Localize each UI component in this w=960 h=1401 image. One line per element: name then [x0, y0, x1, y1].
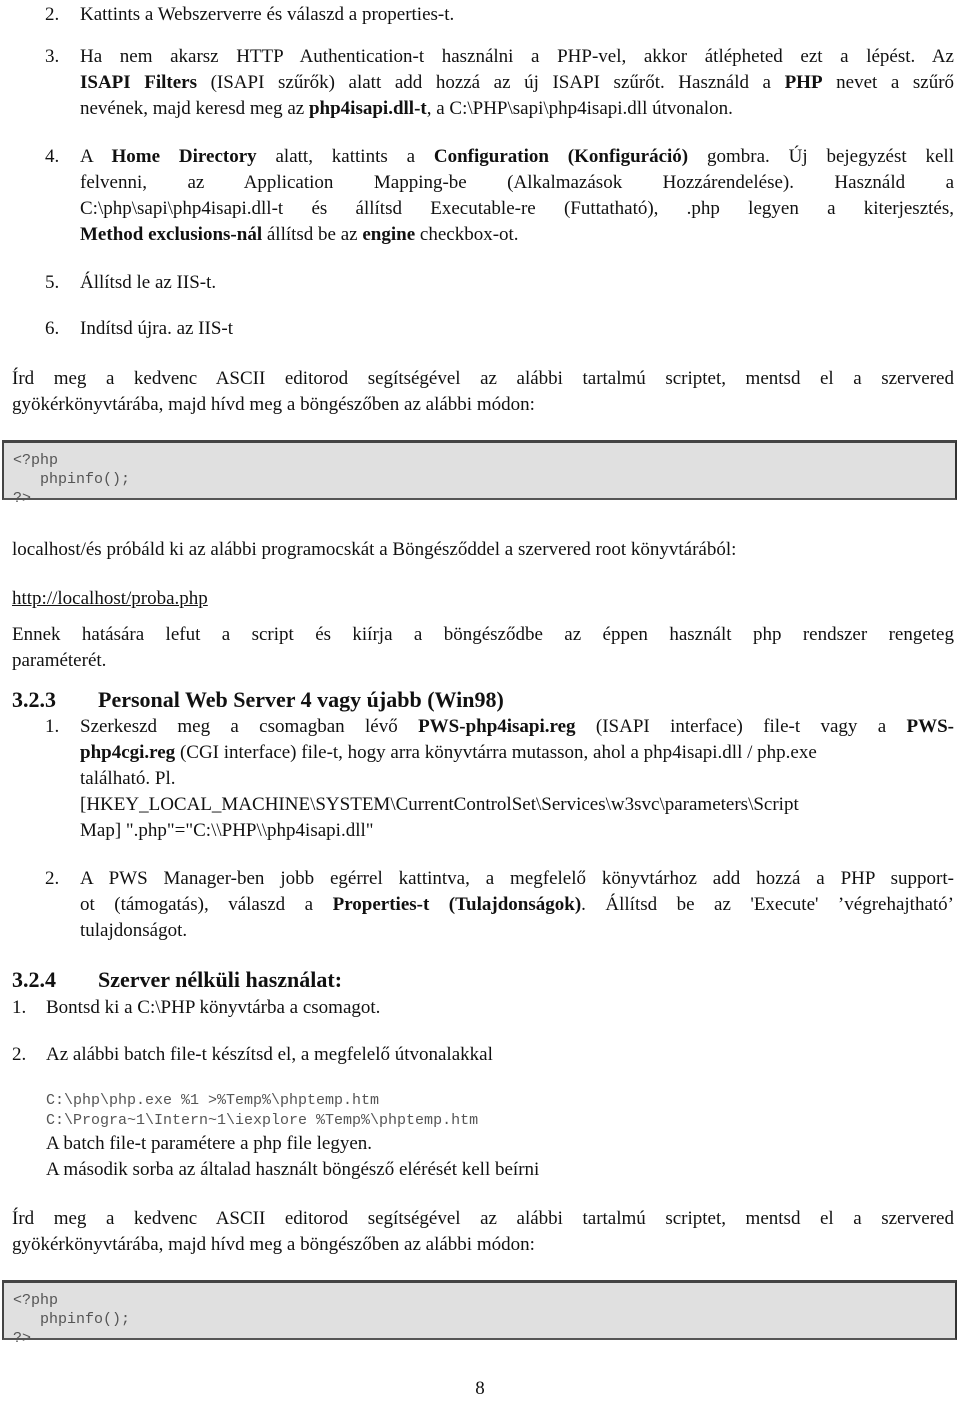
bold-term: Configuration (Konfiguráció) — [433, 146, 689, 167]
list-number: 4. — [45, 146, 60, 167]
list-number: 5. — [45, 272, 60, 293]
text-run: gombra. Új bejegyzést kell — [688, 146, 954, 167]
step-text: A Home Directory alatt, kattints a Confi… — [80, 144, 954, 170]
list-number: 1. — [12, 997, 27, 1018]
url-link-text[interactable]: http://localhost/proba.php — [12, 588, 208, 609]
batch-code-line: C:\Progra~1\Intern~1\iexplore %Temp%\php… — [46, 1112, 479, 1129]
list-number: 2. — [45, 4, 60, 25]
code-block: <?php phpinfo(); ?> — [2, 440, 957, 507]
step-text: található. Pl. — [80, 768, 176, 789]
text-run: (ISAPI interface) file-t vagy a — [575, 716, 907, 737]
paragraph: localhost/és próbáld ki az alábbi progra… — [12, 539, 737, 560]
list-number: 1. — [45, 716, 60, 737]
section-title: Personal Web Server 4 vagy újabb (Win98) — [98, 687, 504, 712]
bold-term: Method exclusions-nál — [80, 224, 263, 245]
section-number: 3.2.3 — [12, 687, 56, 712]
step-text: Kattints a Webszerverre és válaszd a pro… — [80, 4, 455, 25]
step-text: felvenni, az Application Mapping-be (Alk… — [80, 172, 954, 193]
paragraph: gyökérkönyvtárába, majd hívd meg a böngé… — [12, 1234, 535, 1255]
text-run: . Állítsd be az 'Execute' ’végrehajtható… — [581, 894, 954, 915]
bold-term: PHP — [784, 72, 823, 93]
bold-term: php4cgi.reg — [80, 742, 176, 763]
text-run: nevet a szűrő — [822, 72, 955, 93]
list-number: 2. — [45, 868, 60, 889]
paragraph: gyökérkönyvtárába, majd hívd meg a böngé… — [12, 394, 535, 415]
text-run: állítsd be az — [262, 224, 363, 245]
paragraph: Írd meg a kedvenc ASCII editorod segítsé… — [12, 368, 954, 389]
note-text: A batch file-t paramétere a php file leg… — [46, 1133, 373, 1154]
step-text: Állítsd le az IIS-t. — [80, 272, 217, 293]
section-heading: 3.2.3 Personal Web Server 4 vagy újabb (W… — [12, 686, 504, 714]
code-block: <?php phpinfo(); ?> — [2, 1280, 957, 1347]
text-run: (ISAPI szűrők) alatt add hozzá az új ISA… — [197, 72, 785, 93]
bold-term: Properties-t (Tulajdonságok) — [332, 894, 582, 915]
section-number: 3.2.4 — [12, 967, 56, 992]
step-text: Method exclusions-nál állítsd be az engi… — [80, 222, 519, 248]
step-text: php4cgi.reg (CGI interface) file-t, hogy… — [80, 740, 817, 766]
list-number: 3. — [45, 46, 60, 67]
list-number: 2. — [12, 1044, 27, 1065]
bold-term: ISAPI Filters — [80, 72, 198, 93]
text-run: Szerkeszd meg a csomagban lévő — [80, 716, 419, 737]
text-run: alatt, kattints a — [256, 146, 434, 167]
code-text: <?php phpinfo(); ?> — [13, 452, 131, 507]
text-run: , a C:\PHP\sapi\php4isapi.dll útvonalon. — [426, 98, 733, 119]
step-text: Indítsd újra. az IIS-t — [80, 318, 234, 339]
step-text: Ha nem akarsz HTTP Authentication-t hasz… — [80, 46, 954, 67]
paragraph: paraméterét. — [12, 650, 107, 671]
note-text: A második sorba az általad használt böng… — [46, 1159, 540, 1180]
paragraph: Írd meg a kedvenc ASCII editorod segítsé… — [12, 1208, 954, 1229]
text-run: A — [80, 146, 112, 167]
batch-code-line: C:\php\php.exe %1 >%Temp%\phptemp.htm — [46, 1092, 380, 1109]
bold-term: PWS- — [906, 716, 955, 737]
text-run: checkbox-ot. — [415, 224, 519, 245]
bold-term: Home Directory — [111, 146, 257, 167]
code-text: <?php phpinfo(); ?> — [13, 1292, 131, 1347]
step-text: Szerkeszd meg a csomagban lévő PWS-php4i… — [80, 714, 954, 740]
page-number: 8 — [475, 1378, 485, 1399]
paragraph: Ennek hatására lefut a script és kiírja … — [12, 624, 954, 645]
text-run: ot (támogatás), válaszd a — [80, 894, 333, 915]
step-text: Bontsd ki a C:\PHP könyvtárba a csomagot… — [46, 997, 381, 1018]
step-text: nevének, majd keresd meg az php4isapi.dl… — [80, 96, 733, 122]
step-text: ot (támogatás), válaszd a Properties-t (… — [80, 892, 954, 918]
bold-term: engine — [362, 224, 416, 245]
url-link[interactable]: http://localhost/proba.php — [12, 586, 208, 612]
step-text: Az alábbi batch file-t készítsd el, a me… — [46, 1044, 493, 1065]
step-text: A PWS Manager-ben jobb egérrel kattintva… — [80, 868, 954, 889]
list-number: 6. — [45, 318, 60, 339]
step-text: [HKEY_LOCAL_MACHINE\SYSTEM\CurrentContro… — [80, 794, 799, 815]
section-heading: 3.2.4 Szerver nélküli használat: — [12, 966, 342, 994]
step-text: ISAPI Filters (ISAPI szűrők) alatt add h… — [80, 70, 954, 96]
step-text: tulajdonságot. — [80, 920, 188, 941]
step-text: Map] ".php"="C:\\PHP\\php4isapi.dll" — [80, 820, 374, 841]
text-run: nevének, majd keresd meg az — [80, 98, 309, 119]
bold-term: php4isapi.dll-t — [308, 98, 427, 119]
section-title: Szerver nélküli használat: — [98, 967, 343, 992]
step-text: C:\php\sapi\php4isapi.dll-t és állítsd E… — [80, 198, 954, 219]
bold-term: PWS-php4isapi.reg — [418, 716, 576, 737]
text-run: (CGI interface) file-t, hogy arra könyvt… — [175, 742, 817, 763]
